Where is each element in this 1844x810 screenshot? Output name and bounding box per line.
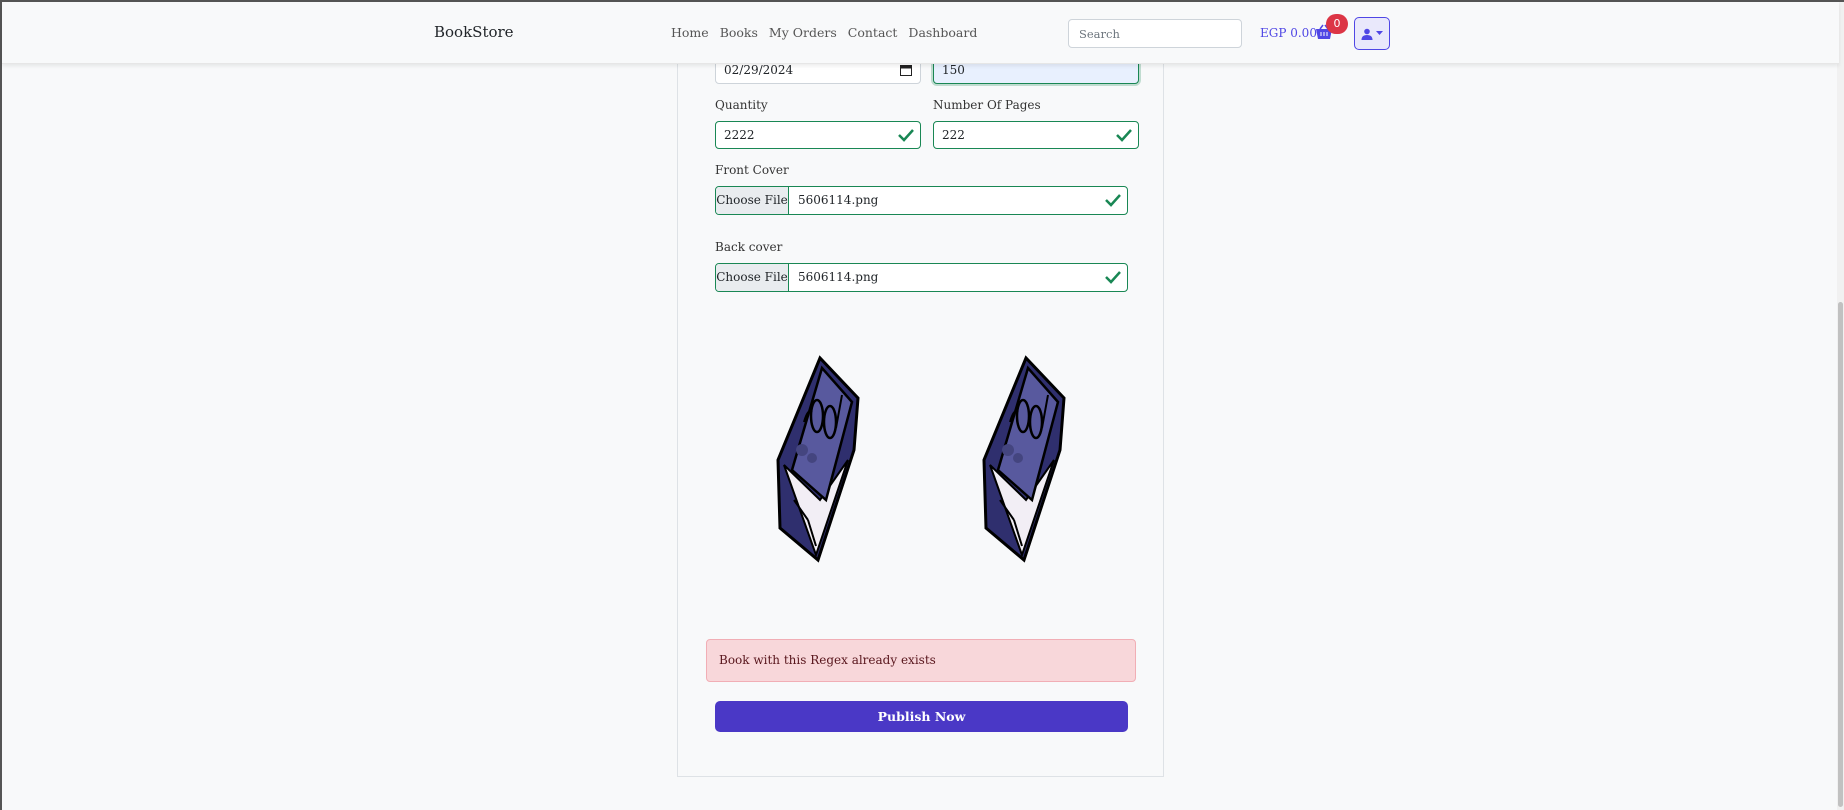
publish-date-value: 02/29/2024 <box>724 63 794 77</box>
valid-check-icon <box>1105 194 1121 207</box>
front-cover-preview-image <box>776 355 860 563</box>
back-cover-choose-button[interactable]: Choose File <box>716 264 789 291</box>
front-cover-choose-button[interactable]: Choose File <box>716 187 789 214</box>
cart-count-badge: 0 <box>1326 14 1348 34</box>
navbar: BookStore Home Books My Orders Contact D… <box>2 2 1839 64</box>
nav-link-home[interactable]: Home <box>671 25 709 40</box>
publish-now-button[interactable]: Publish Now <box>715 701 1128 732</box>
quantity-value: 2222 <box>724 128 755 142</box>
balance-text[interactable]: EGP 0.00 <box>1260 26 1317 40</box>
calendar-icon[interactable] <box>900 64 912 76</box>
back-cover-label: Back cover <box>715 240 783 254</box>
quantity-field[interactable]: 2222 <box>715 121 921 149</box>
brand-logo[interactable]: BookStore <box>434 23 514 41</box>
pages-value: 222 <box>942 128 965 142</box>
valid-check-icon <box>1105 271 1121 284</box>
caret-down-icon <box>1376 31 1383 35</box>
valid-check-icon <box>1116 129 1132 142</box>
pages-label: Number Of Pages <box>933 98 1041 112</box>
nav-link-books[interactable]: Books <box>720 25 758 40</box>
nav-link-dashboard[interactable]: Dashboard <box>908 25 977 40</box>
back-cover-file-input[interactable]: Choose File 5606114.png <box>715 263 1128 292</box>
front-cover-label: Front Cover <box>715 163 789 177</box>
back-cover-filename: 5606114.png <box>798 270 879 284</box>
back-cover-preview-image <box>982 355 1066 563</box>
page-scrollbar[interactable] <box>1837 2 1844 810</box>
search-input[interactable] <box>1068 19 1242 48</box>
user-menu-button[interactable] <box>1354 17 1390 50</box>
quantity-label: Quantity <box>715 98 768 112</box>
price-value: 150 <box>942 63 965 77</box>
error-alert: Book with this Regex already exists <box>706 639 1136 682</box>
user-icon <box>1361 28 1373 40</box>
valid-check-icon <box>898 129 914 142</box>
nav-link-contact[interactable]: Contact <box>848 25 898 40</box>
front-cover-file-input[interactable]: Choose File 5606114.png <box>715 186 1128 215</box>
scrollbar-thumb[interactable] <box>1838 302 1843 807</box>
nav-links: Home Books My Orders Contact Dashboard <box>671 25 977 40</box>
nav-link-my-orders[interactable]: My Orders <box>769 25 837 40</box>
pages-field[interactable]: 222 <box>933 121 1139 149</box>
front-cover-filename: 5606114.png <box>798 193 879 207</box>
